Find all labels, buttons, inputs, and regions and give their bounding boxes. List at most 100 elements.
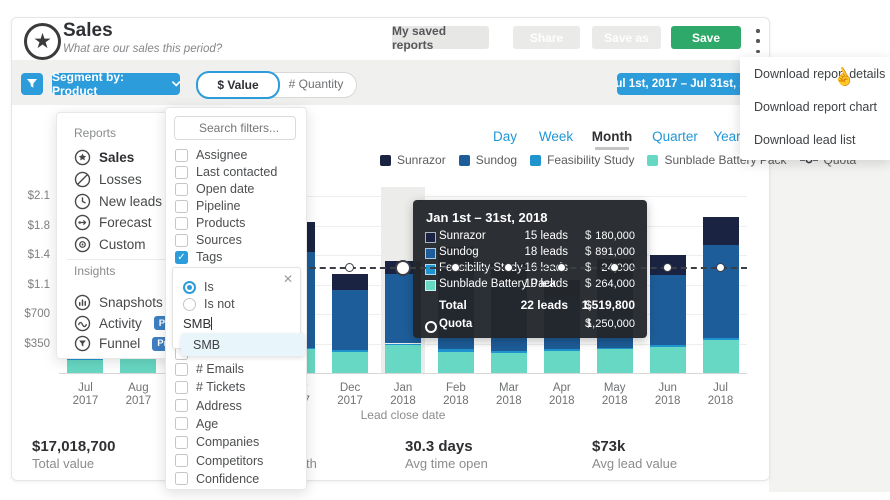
filter-label: Sources bbox=[196, 233, 242, 247]
bar-segment-feasibility-study[interactable] bbox=[385, 344, 421, 346]
filter-checkbox-lastcontacted[interactable]: Last contacted bbox=[175, 165, 277, 179]
bar-segment-sunblade-battery-pack[interactable] bbox=[438, 352, 474, 373]
checkbox-icon bbox=[175, 436, 188, 449]
tab-day[interactable]: Day bbox=[493, 129, 517, 144]
bar-segment-feasibility-study[interactable] bbox=[491, 351, 527, 353]
sidebar-item-losses[interactable]: Losses bbox=[74, 171, 142, 188]
filter-checkbox-competitors[interactable]: Competitors bbox=[175, 454, 263, 468]
sidebar-item-label: Losses bbox=[99, 172, 142, 187]
x-axis-tick-label: Jan2018 bbox=[390, 382, 416, 408]
bar-segment-feasibility-study[interactable] bbox=[703, 338, 739, 341]
filter-checkbox-products[interactable]: Products bbox=[175, 216, 245, 230]
insights-section-header: Insights bbox=[74, 264, 115, 278]
sidebar-item-funnel[interactable]: FunnelPro bbox=[74, 335, 178, 352]
bar-segment-sunblade-battery-pack[interactable] bbox=[491, 353, 527, 373]
legend-swatch-icon bbox=[530, 155, 541, 166]
y-axis-tick-label: $1.4 bbox=[8, 249, 50, 261]
chevron-down-icon bbox=[172, 81, 180, 87]
bar-segment-sunblade-battery-pack[interactable] bbox=[67, 360, 103, 373]
tag-value-input[interactable]: SMB bbox=[183, 316, 212, 331]
tag-is-option[interactable]: Is bbox=[183, 280, 214, 294]
tab-quarter[interactable]: Quarter bbox=[652, 129, 698, 144]
bar-segment-feasibility-study[interactable] bbox=[332, 350, 368, 352]
bar-segment-sundog[interactable] bbox=[703, 245, 739, 338]
search-filters-input[interactable] bbox=[174, 116, 296, 140]
share-button[interactable]: Share bbox=[513, 26, 580, 49]
tab-month[interactable]: Month bbox=[592, 129, 632, 144]
bar-segment-sundog[interactable] bbox=[332, 290, 368, 350]
tooltip-row-sunrazor: Sunrazor15 leads$180,000 bbox=[413, 230, 647, 246]
menu-item-download-lead-list[interactable]: Download lead list bbox=[740, 124, 890, 157]
filter-label: Pipeline bbox=[196, 199, 240, 213]
bar-segment-sundog[interactable] bbox=[650, 275, 686, 345]
sidebar-item-activity[interactable]: ActivityPro bbox=[74, 315, 180, 332]
filter-checkbox-opendate[interactable]: Open date bbox=[175, 182, 254, 196]
date-range-button[interactable]: Jul 1st, 2017 – Jul 31st, 2018 bbox=[617, 73, 757, 95]
filter-label: Last contacted bbox=[196, 165, 277, 179]
quota-marker bbox=[610, 263, 619, 272]
tooltip-swatch-icon bbox=[425, 248, 436, 259]
quantity-toggle-option[interactable]: # Quantity bbox=[277, 73, 355, 95]
x-axis-tick-label: Jun2018 bbox=[655, 382, 681, 408]
filter-checkbox-age[interactable]: Age bbox=[175, 417, 218, 431]
menu-item-download-report-chart[interactable]: Download report chart bbox=[740, 91, 890, 124]
x-axis-tick-label: Apr2018 bbox=[549, 382, 575, 408]
tag-suggestion-item[interactable]: SMB bbox=[181, 333, 305, 356]
bar-segment-feasibility-study[interactable] bbox=[544, 349, 580, 351]
funnel-circle-icon bbox=[74, 335, 91, 352]
sidebar-item-label: Forecast bbox=[99, 215, 152, 230]
bar-segment-sunblade-battery-pack[interactable] bbox=[385, 345, 421, 373]
sidebar-item-label: Activity bbox=[99, 316, 142, 331]
bar-segment-sunrazor[interactable] bbox=[332, 274, 368, 291]
tooltip-leads-value: 22 leads bbox=[508, 298, 568, 312]
filter-label: # Emails bbox=[196, 362, 244, 376]
filter-checkbox-emails[interactable]: # Emails bbox=[175, 362, 244, 376]
bar-segment-sunblade-battery-pack[interactable] bbox=[703, 340, 739, 373]
x-axis-tick-label: Aug2017 bbox=[126, 382, 152, 408]
save-as-button[interactable]: Save as bbox=[592, 26, 661, 49]
segment-by-dropdown[interactable]: Segment by: Product bbox=[52, 73, 180, 95]
tag-is-not-option[interactable]: Is not bbox=[183, 297, 235, 311]
filter-checkbox-pipeline[interactable]: Pipeline bbox=[175, 199, 240, 213]
sidebar-item-new-leads[interactable]: New leads bbox=[74, 193, 162, 210]
close-icon[interactable]: ✕ bbox=[283, 272, 293, 286]
filter-funnel-button[interactable] bbox=[21, 73, 43, 95]
tag-is-not-label: Is not bbox=[204, 297, 235, 311]
my-saved-reports-button[interactable]: My saved reports bbox=[392, 26, 489, 49]
tooltip-amount: 180,000 bbox=[581, 230, 635, 242]
sidebar-item-custom[interactable]: Custom bbox=[74, 236, 146, 253]
filter-checkbox-sources[interactable]: Sources bbox=[175, 233, 242, 247]
menu-item-download-report-details[interactable]: Download report details bbox=[740, 58, 890, 91]
more-options-kebab-icon[interactable] bbox=[751, 27, 765, 55]
bar-segment-feasibility-study[interactable] bbox=[438, 349, 474, 352]
bar-segment-sunblade-battery-pack[interactable] bbox=[544, 351, 580, 373]
checkbox-checked-icon: ✓ bbox=[175, 251, 188, 264]
filter-checkbox-address[interactable]: Address bbox=[175, 399, 242, 413]
star-circle-icon bbox=[74, 149, 91, 166]
checkbox-icon bbox=[175, 166, 188, 179]
sales-report-app: ★ Sales What are our sales this period? … bbox=[0, 0, 890, 500]
bar-segment-sunblade-battery-pack[interactable] bbox=[332, 352, 368, 373]
bar-segment-sunblade-battery-pack[interactable] bbox=[650, 347, 686, 373]
sidebar-item-snapshots[interactable]: Snapshots bbox=[74, 294, 163, 311]
bar-segment-sunblade-battery-pack[interactable] bbox=[597, 349, 633, 373]
checkbox-icon bbox=[175, 472, 188, 485]
tooltip-row-sundog: Sundog18 leads$891,000 bbox=[413, 246, 647, 262]
filter-checkbox-confidence[interactable]: Confidence bbox=[175, 472, 259, 486]
filter-label: Address bbox=[196, 399, 242, 413]
tab-year[interactable]: Year bbox=[713, 129, 740, 144]
tooltip-row-quota: Quota$1,250,000 bbox=[413, 318, 647, 334]
filter-checkbox-companies[interactable]: Companies bbox=[175, 435, 259, 449]
bar-segment-sunrazor[interactable] bbox=[703, 217, 739, 245]
tooltip-amount: 264,000 bbox=[581, 278, 635, 290]
filter-checkbox-tags[interactable]: ✓Tags bbox=[175, 250, 222, 264]
bar-segment-feasibility-study[interactable] bbox=[597, 348, 633, 350]
value-toggle-option[interactable]: $ Value bbox=[196, 71, 280, 99]
sidebar-item-sales[interactable]: Sales bbox=[74, 149, 134, 166]
bar-segment-feasibility-study[interactable] bbox=[650, 345, 686, 347]
sidebar-item-forecast[interactable]: Forecast bbox=[74, 214, 152, 231]
filter-checkbox-tickets[interactable]: # Tickets bbox=[175, 380, 245, 394]
filter-checkbox-assignee[interactable]: Assignee bbox=[175, 148, 247, 162]
save-button[interactable]: Save bbox=[671, 26, 741, 49]
tab-week[interactable]: Week bbox=[539, 129, 573, 144]
